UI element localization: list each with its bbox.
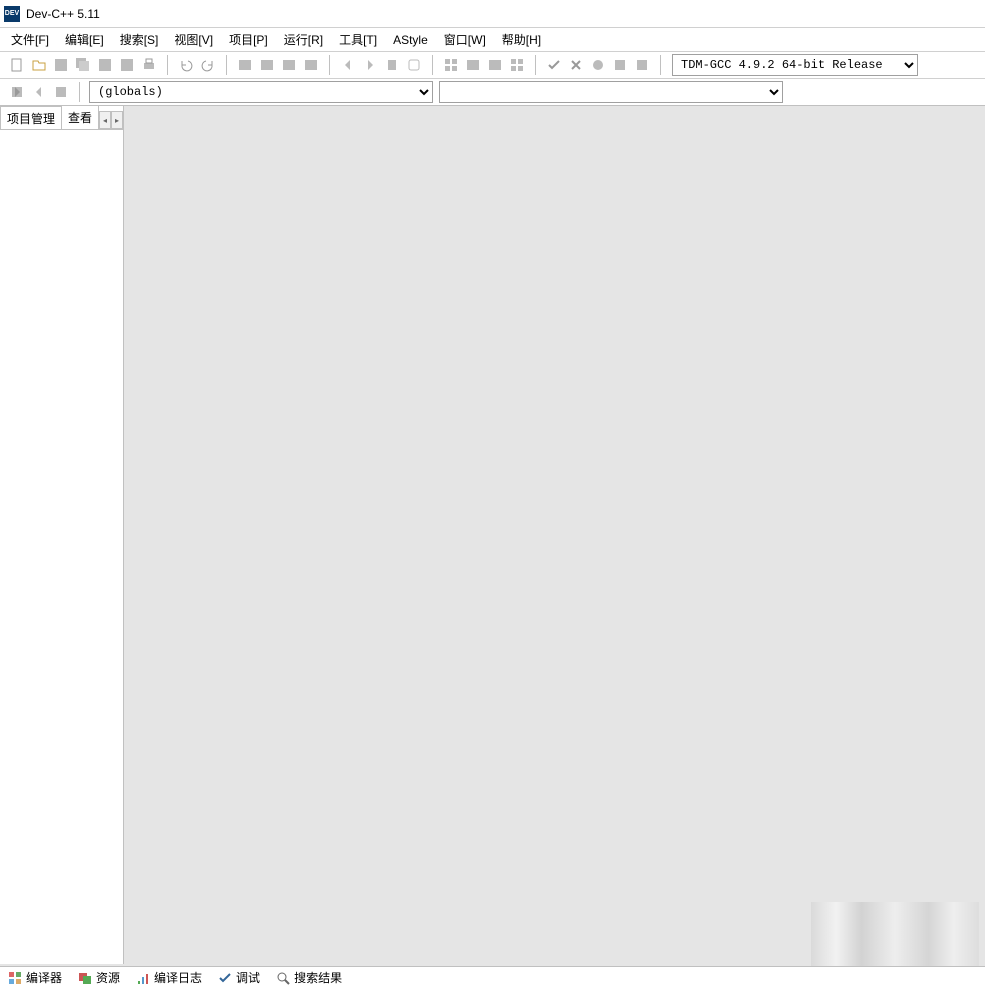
menu-tools[interactable]: 工具[T]: [332, 28, 384, 51]
grid-icon: [8, 971, 22, 985]
class-back-icon[interactable]: [28, 81, 50, 103]
bottom-tab-debug-label: 调试: [236, 969, 260, 986]
side-panel-tabs: 项目管理 查看 ◂ ▸: [0, 106, 123, 130]
save-icon[interactable]: [50, 54, 72, 76]
bottom-tab-compiler-label: 编译器: [26, 969, 62, 986]
check-icon[interactable]: [543, 54, 565, 76]
menu-edit[interactable]: 编辑[E]: [58, 28, 111, 51]
bottom-tab-resources[interactable]: 资源: [74, 967, 124, 988]
open-file-icon[interactable]: [28, 54, 50, 76]
watermark-smudge: [811, 902, 979, 966]
clean-icon[interactable]: [631, 54, 653, 76]
bottom-tabs: 编译器 资源 编译日志 调试 搜索结果: [0, 966, 985, 988]
app-title: Dev-C++ 5.11: [26, 7, 100, 21]
save-all-icon[interactable]: [72, 54, 94, 76]
menubar: 文件[F] 编辑[E] 搜索[S] 视图[V] 项目[P] 运行[R] 工具[T…: [0, 28, 985, 52]
rebuild-icon[interactable]: [506, 54, 528, 76]
app-icon: DEV: [4, 6, 20, 22]
tab-project-manager[interactable]: 项目管理: [0, 106, 62, 130]
toolbar-separator: [167, 55, 168, 75]
find-next-icon[interactable]: [278, 54, 300, 76]
new-file-icon[interactable]: [6, 54, 28, 76]
replace-icon[interactable]: [256, 54, 278, 76]
toolbar-separator: [432, 55, 433, 75]
compile-icon[interactable]: [440, 54, 462, 76]
titlebar: DEV Dev-C++ 5.11: [0, 0, 985, 28]
bottom-tab-search-results-label: 搜索结果: [294, 969, 342, 986]
debug-check-icon: [218, 971, 232, 985]
compile-run-icon[interactable]: [484, 54, 506, 76]
debug-icon[interactable]: [587, 54, 609, 76]
resources-icon: [78, 971, 92, 985]
side-panel: 项目管理 查看 ◂ ▸: [0, 106, 124, 964]
stop-icon[interactable]: [565, 54, 587, 76]
member-select[interactable]: [439, 81, 783, 103]
goto-bookmark-icon[interactable]: [403, 54, 425, 76]
compiler-profile-select[interactable]: TDM-GCC 4.9.2 64-bit Release: [672, 54, 918, 76]
menu-window[interactable]: 窗口[W]: [437, 28, 493, 51]
menu-run[interactable]: 运行[R]: [277, 28, 330, 51]
toggle-bookmark-icon[interactable]: [381, 54, 403, 76]
bottom-tab-compiler[interactable]: 编译器: [4, 967, 66, 988]
search-icon: [276, 971, 290, 985]
menu-help[interactable]: 帮助[H]: [495, 28, 548, 51]
editor-area[interactable]: [124, 106, 985, 964]
project-tree[interactable]: [0, 130, 123, 964]
menu-view[interactable]: 视图[V]: [167, 28, 220, 51]
menu-astyle[interactable]: AStyle: [386, 30, 435, 50]
menu-project[interactable]: 项目[P]: [222, 28, 275, 51]
main-area: 项目管理 查看 ◂ ▸: [0, 106, 985, 964]
forward-icon[interactable]: [359, 54, 381, 76]
close-file-icon[interactable]: [116, 54, 138, 76]
bottom-tab-compile-log-label: 编译日志: [154, 969, 202, 986]
goto-line-icon[interactable]: [300, 54, 322, 76]
toolbar-classes: (globals): [0, 79, 985, 106]
bottom-tab-compile-log[interactable]: 编译日志: [132, 967, 206, 988]
undo-icon[interactable]: [175, 54, 197, 76]
menu-file[interactable]: 文件[F]: [4, 28, 56, 51]
bottom-tab-debug[interactable]: 调试: [214, 967, 264, 988]
toolbar-separator: [79, 82, 80, 102]
bottom-tab-search-results[interactable]: 搜索结果: [272, 967, 346, 988]
menu-search[interactable]: 搜索[S]: [113, 28, 166, 51]
toolbar-main: TDM-GCC 4.9.2 64-bit Release: [0, 52, 985, 79]
toolbar-separator: [535, 55, 536, 75]
print-icon[interactable]: [138, 54, 160, 76]
redo-icon[interactable]: [197, 54, 219, 76]
toolbar-separator: [226, 55, 227, 75]
save-as-icon[interactable]: [94, 54, 116, 76]
toolbar-separator: [329, 55, 330, 75]
tab-scroll-left-icon[interactable]: ◂: [99, 111, 111, 129]
run-icon[interactable]: [462, 54, 484, 76]
toolbar-separator: [660, 55, 661, 75]
new-class-icon[interactable]: [6, 81, 28, 103]
back-icon[interactable]: [337, 54, 359, 76]
scope-select[interactable]: (globals): [89, 81, 433, 103]
class-forward-icon[interactable]: [50, 81, 72, 103]
bottom-tab-resources-label: 资源: [96, 969, 120, 986]
profile-icon[interactable]: [609, 54, 631, 76]
find-icon[interactable]: [234, 54, 256, 76]
tab-class-view[interactable]: 查看: [61, 106, 99, 129]
tab-scroll-right-icon[interactable]: ▸: [111, 111, 123, 129]
log-icon: [136, 971, 150, 985]
tab-scroll: ◂ ▸: [99, 111, 123, 129]
